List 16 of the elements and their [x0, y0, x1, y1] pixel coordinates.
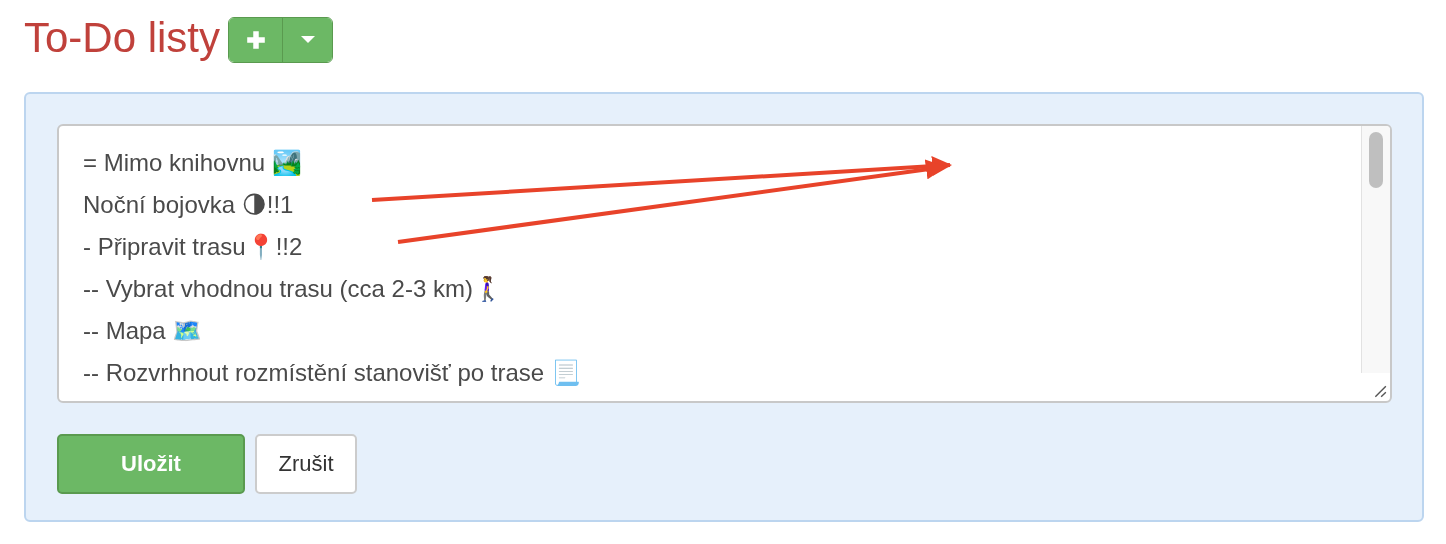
- text-line: -- Rozvrhnout rozmístění stanovišť po trase 📃: [83, 358, 581, 388]
- text-line: - Připravit trasu📍!!2: [83, 232, 303, 262]
- scrollbar[interactable]: [1361, 126, 1390, 373]
- scrollbar-thumb[interactable]: [1369, 132, 1383, 188]
- page-title: To-Do listy: [24, 13, 221, 63]
- dropdown-button[interactable]: [283, 18, 333, 62]
- caret-icon: [300, 36, 315, 44]
- text-line: = Mimo knihovnu 🏞: [83, 148, 302, 178]
- plus-icon: [244, 29, 267, 51]
- text-line: -- Vybrat vhodnou trasu (cca 2-3 km)🚶‍♀: [83, 274, 503, 304]
- text-line: Noční bojovka 🌗!!1: [83, 190, 294, 220]
- text-area[interactable]: = Mimo knihovnu 🏞 Noční bojovka 🌗!!1 - Připravit trasu📍!!2 -- Vybrat vhodnou trasu (cca 2-3 km)🚶‍♀ -- Mapa 🗺 -- Rozvrhnout rozmístění stanovišť po trase 📃: [57, 124, 1392, 403]
- add-button[interactable]: [229, 18, 284, 62]
- cancel-button[interactable]: Zrušit: [255, 434, 357, 494]
- resize-grip-icon[interactable]: [1373, 384, 1387, 398]
- text-line: -- Mapa 🗺: [83, 316, 203, 346]
